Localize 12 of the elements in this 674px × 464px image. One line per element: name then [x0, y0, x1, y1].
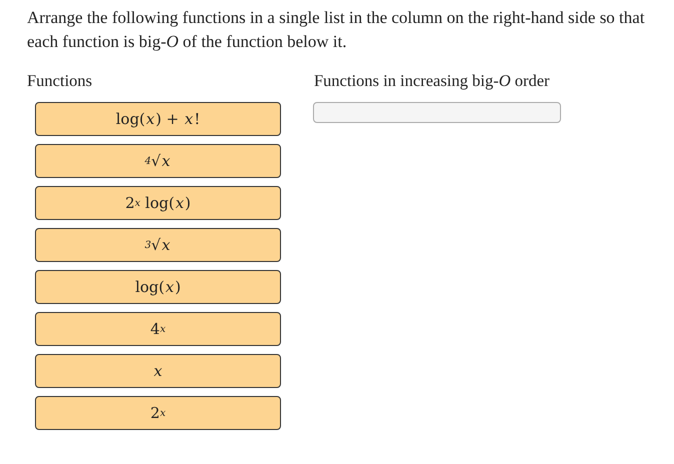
function-card[interactable]: 4$^{x}$ [35, 312, 281, 346]
function-card[interactable]: 2$^{x}$ log(x) [35, 186, 281, 220]
column-heading: Functions in increasing big-O order [314, 70, 551, 92]
function-card[interactable]: 2$^{x}$ [35, 396, 281, 430]
function-card[interactable]: x [35, 354, 281, 388]
column-heading: Functions [27, 70, 94, 92]
function-card[interactable]: $^{4}$√x [35, 144, 281, 178]
instruction-text: Arrange the following functions in a single list in the column on the right-hand side so that each function is big-O of the function below it. [27, 7, 646, 53]
function-card[interactable]: $^{3}$√x [35, 228, 281, 262]
function-card[interactable]: log(x) [35, 270, 281, 304]
function-card[interactable]: log(x) + x! [35, 102, 281, 136]
drop-zone[interactable] [313, 102, 561, 123]
